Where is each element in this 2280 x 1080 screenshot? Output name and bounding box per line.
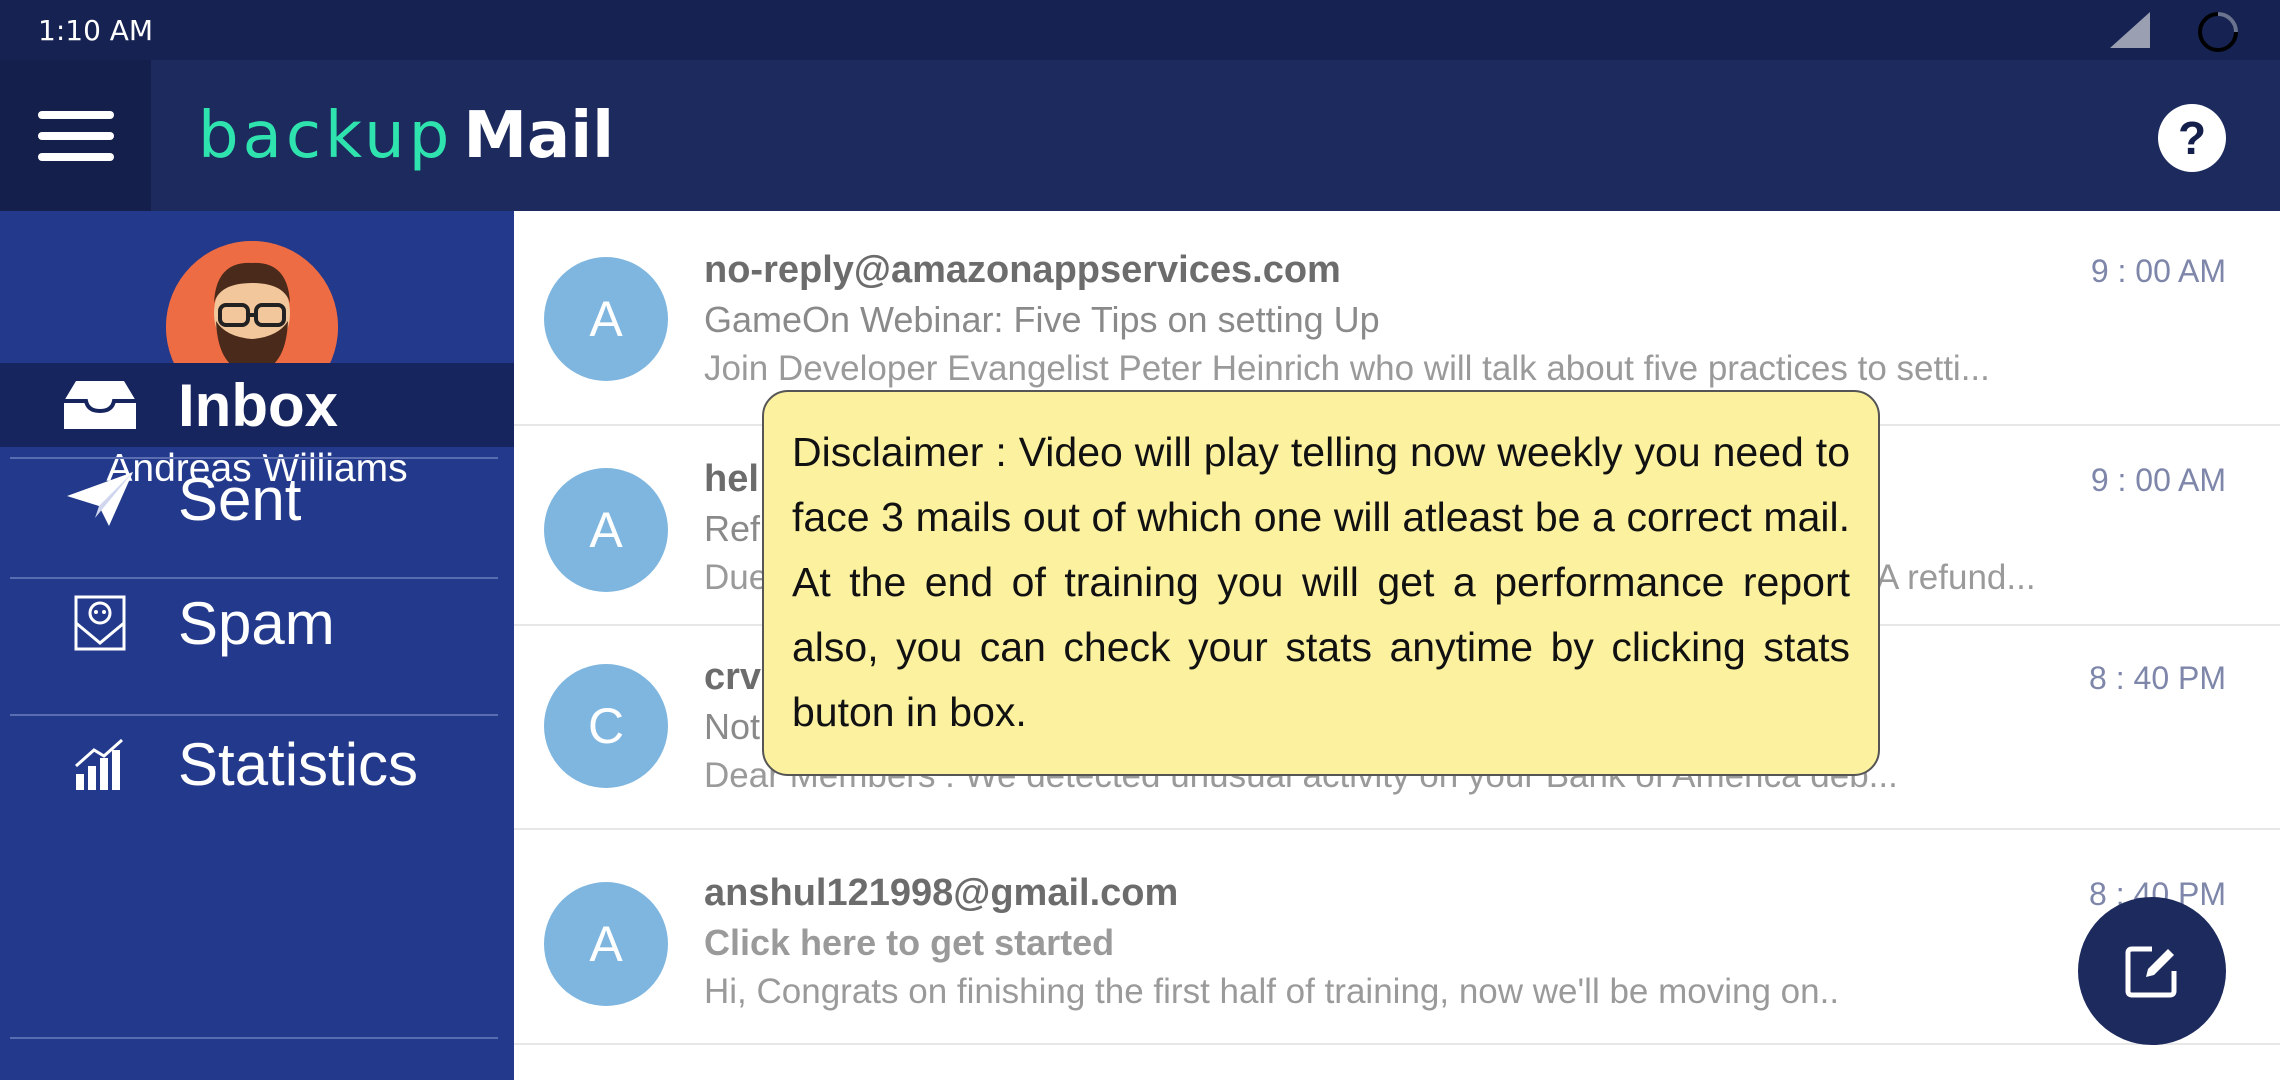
menu-icon-line [37,110,114,119]
hamburger-menu-button[interactable] [0,60,151,211]
help-button[interactable]: ? [2158,104,2226,172]
mail-sender-avatar: A [544,257,668,381]
mail-preview-tail: A refund... [1876,558,2036,597]
inbox-icon [55,370,145,440]
app-bar: backup Mail ? [0,60,2280,211]
nav-item-sent[interactable]: Sent [0,461,514,537]
mail-sender: crv [704,656,762,698]
spam-envelope-icon [55,588,145,658]
mail-subject: Click here to get started [704,922,1115,963]
signal-icon [2110,12,2150,48]
compose-icon [2125,946,2177,998]
nav-item-inbox[interactable]: Inbox [0,363,514,447]
bar-chart-icon [55,729,145,799]
mail-sender: anshul121998@gmail.com [704,872,1179,914]
logo-backup-text: backup [198,99,454,173]
nav-divider [10,457,498,459]
mail-time: 9 : 00 AM [2090,253,2226,289]
nav-divider [10,714,498,716]
loading-spinner-icon [2198,12,2238,52]
mail-preview: Join Developer Evangelist Peter Heinrich… [704,349,1990,388]
mail-sender: hel [704,458,759,500]
nav-item-spam[interactable]: Spam [0,583,514,663]
nav-divider [10,1037,498,1039]
app-logo: backup Mail [198,104,614,168]
mail-sender: no-reply@amazonappservices.com [704,249,1341,291]
mail-subject: Not [704,706,761,747]
compose-button[interactable] [2078,897,2226,1045]
nav-label-sent: Sent [178,465,302,533]
sidebar: Andreas Williams Inbox Sent Spam Statist… [0,211,514,1080]
logo-mail-text: Mail [463,99,615,173]
paper-plane-icon [55,464,145,534]
mail-subject: Ref [704,508,761,549]
nav-label-spam: Spam [178,589,335,657]
nav-item-statistics[interactable]: Statistics [0,721,514,807]
disclaimer-popup: Disclaimer : Video will play telling now… [762,390,1880,776]
mail-preview: Due [704,558,769,597]
mail-preview: Hi, Congrats on finishing the first half… [704,972,1840,1011]
mail-row[interactable]: A anshul121998@gmail.com Click here to g… [514,830,2280,1045]
status-bar: 1:10 AM [0,0,2280,60]
mail-subject: GameOn Webinar: Five Tips on setting Up [704,299,1380,340]
mail-sender-avatar: A [544,468,668,592]
mail-sender-avatar: C [544,664,668,788]
mail-time: 8 : 40 PM [2089,660,2226,696]
mail-time: 9 : 00 AM [2090,462,2226,498]
status-time: 1:10 AM [38,14,154,47]
mail-sender-avatar: A [544,882,668,1006]
nav-label-inbox: Inbox [178,371,338,439]
nav-divider [10,577,498,579]
menu-icon-line [37,131,114,140]
menu-icon-line [37,152,114,161]
nav-label-statistics: Statistics [178,730,419,798]
